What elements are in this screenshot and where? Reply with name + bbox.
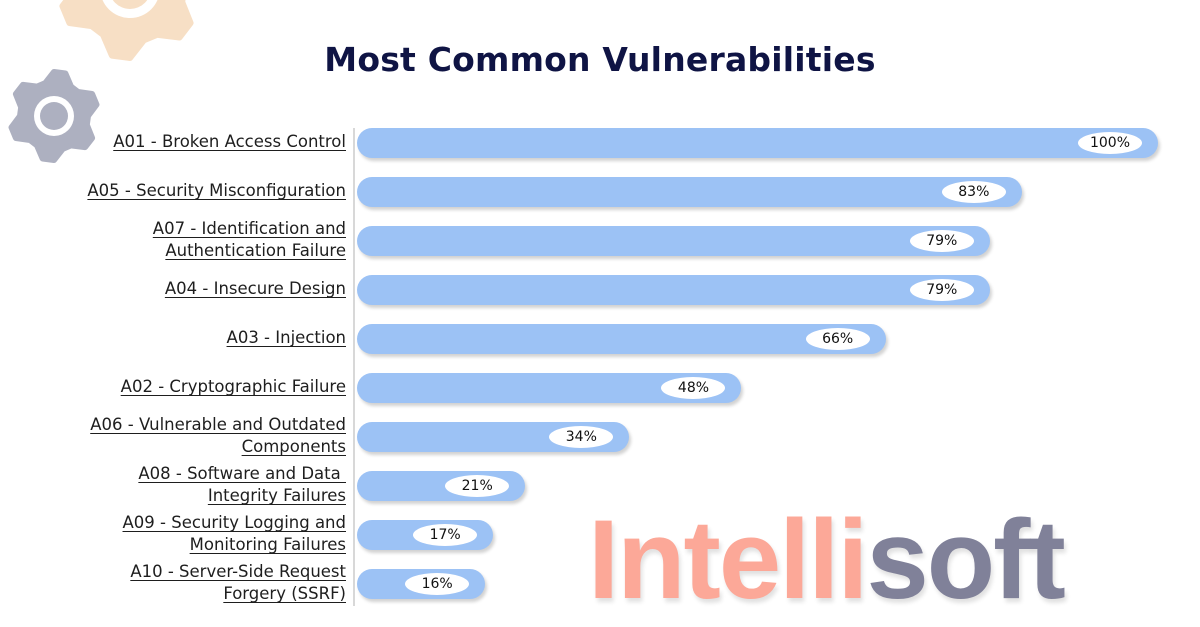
data-label: 79% (909, 279, 974, 301)
chart-title: Most Common Vulnerabilities (324, 40, 876, 79)
category-label[interactable]: A01 - Broken Access Control (46, 131, 346, 153)
category-label-line: A01 - Broken Access Control (113, 132, 346, 151)
category-label-line: A03 - Injection (226, 328, 346, 347)
bar (357, 226, 990, 256)
category-label[interactable]: A09 - Security Logging and Monitoring Fai… (46, 512, 346, 556)
data-label: 83% (941, 181, 1006, 203)
category-label-line: Components (241, 437, 346, 456)
brand-logo-part1: Intelli (588, 497, 868, 622)
category-label-line: A07 - Identification and (152, 219, 346, 238)
brand-logo: Intellisoft (588, 497, 1066, 622)
data-label: 34% (549, 426, 614, 448)
data-label: 21% (445, 475, 510, 497)
category-label[interactable]: A02 - Cryptographic Failure (46, 376, 346, 398)
category-label-line: A04 - Insecure Design (164, 279, 346, 298)
category-label[interactable]: A08 - Software and Data Integrity Failur… (46, 463, 346, 507)
category-label[interactable]: A06 - Vulnerable and Outdated Components (46, 414, 346, 458)
category-label-line: A08 - Software and Data (138, 464, 346, 483)
data-label: 66% (805, 328, 870, 350)
data-label: 100% (1078, 132, 1142, 154)
category-label-line: Authentication Failure (165, 241, 346, 260)
gear-hub (40, 102, 68, 130)
category-label[interactable]: A07 - Identification and Authentication F… (46, 218, 346, 262)
bar (357, 177, 1022, 207)
bar (357, 128, 1158, 158)
category-label-line: A10 - Server-Side Request (130, 562, 346, 581)
category-label-line: A02 - Cryptographic Failure (120, 377, 346, 396)
data-label: 79% (909, 230, 974, 252)
category-label-line: Integrity Failures (207, 486, 346, 505)
category-label[interactable]: A05 - Security Misconfiguration (46, 180, 346, 202)
brand-logo-part2: soft (866, 497, 1065, 622)
data-label: 48% (661, 377, 726, 399)
data-label: 17% (413, 524, 478, 546)
category-label[interactable]: A03 - Injection (46, 327, 346, 349)
category-label-line: Monitoring Failures (189, 535, 346, 554)
category-label-line: A05 - Security Misconfiguration (87, 181, 346, 200)
category-label-line: Forgery (SSRF) (223, 584, 346, 603)
category-label-line: A09 - Security Logging and (122, 513, 346, 532)
y-axis-line (353, 128, 355, 606)
bar (357, 275, 990, 305)
gear-icon-left (8, 69, 100, 163)
category-label[interactable]: A10 - Server-Side Request Forgery (SSRF) (46, 561, 346, 605)
category-label-line: A06 - Vulnerable and Outdated (90, 415, 346, 434)
category-label[interactable]: A04 - Insecure Design (46, 278, 346, 300)
data-label: 16% (405, 573, 470, 595)
